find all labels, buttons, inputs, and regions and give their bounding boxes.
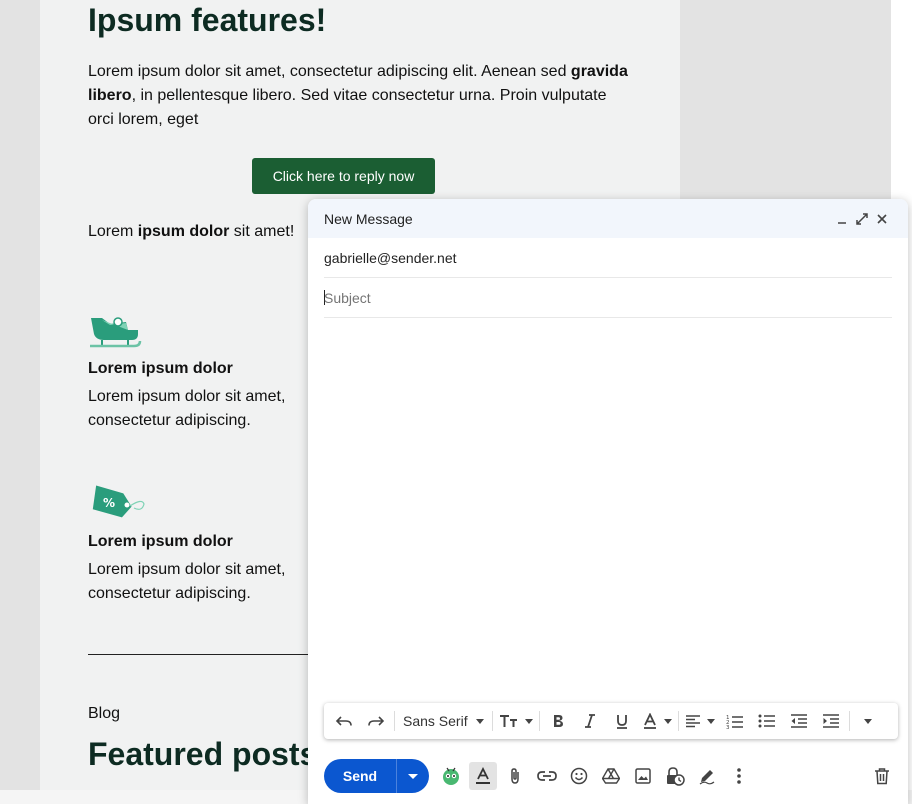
section-divider (88, 654, 308, 655)
emoji-icon[interactable] (563, 760, 595, 792)
chevron-down-icon (663, 718, 672, 724)
close-icon[interactable] (872, 209, 892, 229)
drive-icon[interactable] (595, 760, 627, 792)
chevron-down-icon (475, 718, 484, 724)
extension-robot-icon[interactable] (435, 760, 467, 792)
chevron-down-icon (706, 718, 715, 724)
feature-text-2: Lorem ipsum dolor sit amet, consectetur … (88, 561, 286, 602)
email-heading: Ipsum features! (88, 2, 327, 38)
email-tagline: Lorem ipsum dolor sit amet! (88, 220, 294, 244)
discard-trash-icon[interactable] (866, 760, 898, 792)
reply-cta-button[interactable]: Click here to reply now (252, 158, 435, 194)
bold-icon[interactable] (542, 707, 574, 735)
font-size-select[interactable] (495, 707, 537, 735)
compose-header[interactable]: New Message (308, 199, 908, 238)
undo-icon[interactable] (328, 707, 360, 735)
recipients-field[interactable]: gabrielle@sender.net (324, 238, 892, 278)
toolbar-separator (538, 711, 540, 731)
discount-tag-icon: % (88, 484, 146, 527)
align-select[interactable] (681, 707, 719, 735)
font-family-select[interactable]: Sans Serif (397, 707, 490, 735)
schedule-send-menu[interactable] (396, 759, 429, 793)
intro-text: Lorem ipsum dolor sit amet, consectetur … (88, 63, 571, 80)
bulleted-list-icon[interactable] (751, 707, 783, 735)
indent-less-icon[interactable] (783, 707, 815, 735)
subject-row[interactable] (324, 278, 892, 318)
svg-text:3: 3 (726, 725, 730, 729)
compose-window: New Message gabrielle@sender.net Sans Se… (308, 199, 908, 804)
tagline-bold: ipsum dolor (137, 223, 230, 240)
more-options-icon[interactable] (723, 760, 755, 792)
formatting-options-icon[interactable] (469, 762, 497, 790)
compose-title: New Message (324, 210, 413, 227)
attach-icon[interactable] (499, 760, 531, 792)
text-color-select[interactable] (638, 707, 676, 735)
subject-input[interactable] (324, 289, 892, 306)
chevron-down-icon (408, 773, 418, 779)
font-family-value: Sans Serif (403, 713, 468, 729)
redo-icon[interactable] (360, 707, 392, 735)
confidential-mode-icon[interactable] (659, 760, 691, 792)
compose-actions: Send (324, 758, 898, 794)
feature-title-1: Lorem ipsum dolor (88, 360, 233, 377)
send-button[interactable]: Send (324, 759, 396, 793)
pop-out-icon[interactable] (852, 209, 872, 229)
feature-title-2: Lorem ipsum dolor (88, 533, 233, 550)
toolbar-separator (848, 711, 850, 731)
send-button-group: Send (324, 759, 429, 793)
toolbar-separator (394, 711, 395, 731)
signature-icon[interactable] (691, 760, 723, 792)
feature-text-1: Lorem ipsum dolor sit amet, consectetur … (88, 388, 286, 429)
recipient-address: gabrielle@sender.net (324, 249, 457, 266)
italic-icon[interactable] (574, 707, 606, 735)
intro-text-end: , in pellentesque libero. Sed vitae cons… (88, 87, 607, 128)
toolbar-separator (677, 711, 679, 731)
sled-icon (88, 312, 142, 357)
link-icon[interactable] (531, 760, 563, 792)
blog-heading: Featured posts (88, 736, 308, 772)
insert-photo-icon[interactable] (627, 760, 659, 792)
indent-more-icon[interactable] (815, 707, 847, 735)
svg-text:%: % (103, 496, 115, 510)
chevron-down-icon (863, 718, 872, 724)
numbered-list-icon[interactable]: 123 (719, 707, 751, 735)
underline-icon[interactable] (606, 707, 638, 735)
email-intro: Lorem ipsum dolor sit amet, consectetur … (88, 60, 628, 132)
tagline-start: Lorem (88, 223, 138, 240)
more-formatting-icon[interactable] (852, 707, 884, 735)
blog-label: Blog (88, 705, 121, 722)
tagline-end: sit amet! (229, 223, 295, 240)
formatting-toolbar: Sans Serif 123 (324, 703, 898, 739)
toolbar-separator (491, 711, 493, 731)
chevron-down-icon (524, 718, 533, 724)
minimize-icon[interactable] (832, 209, 852, 229)
